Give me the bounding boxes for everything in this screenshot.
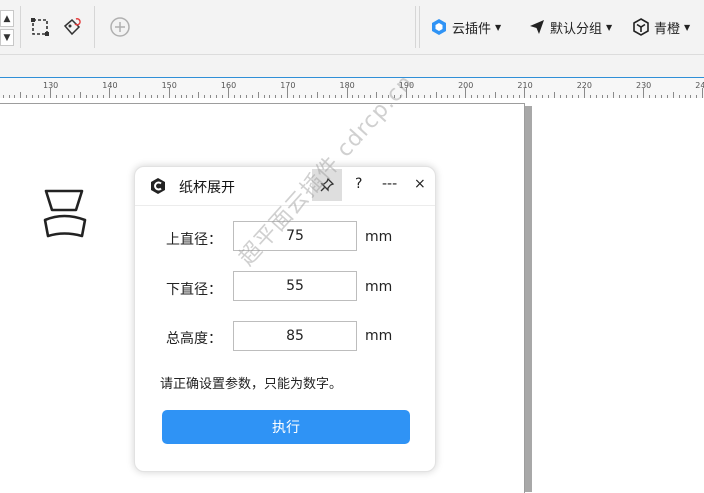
crop-frame-icon[interactable]: [27, 14, 53, 40]
top-diameter-unit: mm: [365, 229, 393, 245]
help-button[interactable]: ?: [355, 176, 362, 192]
ruler-tick-label: 24: [695, 81, 704, 90]
plugin-logo-icon: [149, 177, 167, 195]
qingcheng-label: 青橙: [654, 21, 681, 37]
default-group-label: 默认分组: [550, 21, 603, 37]
chevron-down-icon: ▼: [495, 22, 502, 32]
property-bar-gap: [0, 55, 704, 77]
default-group-menu[interactable]: 默认分组 ▼: [528, 15, 612, 39]
paper-cup-icon: [42, 186, 90, 240]
total-height-input[interactable]: [233, 321, 357, 351]
ruler-tick-label: 140: [102, 81, 118, 90]
qingcheng-menu[interactable]: 青橙 ▼: [632, 15, 690, 39]
cloud-plugin-label: 云插件: [452, 21, 492, 37]
chevron-down-icon: ▼: [606, 22, 613, 32]
tag-refresh-icon[interactable]: [59, 14, 85, 40]
bottom-diameter-label: 下直径：: [166, 282, 222, 298]
input-hint: 请正确设置参数，只能为数字。: [160, 377, 343, 392]
chevron-down-icon: ▼: [684, 22, 691, 32]
hexagon-logo-icon: [632, 18, 650, 36]
ruler-tick-label: 180: [339, 81, 355, 90]
ruler-tick-label: 170: [280, 81, 296, 90]
execute-button[interactable]: 执行: [162, 410, 410, 444]
total-height-label: 总高度：: [166, 331, 222, 347]
top-diameter-label: 上直径：: [166, 232, 222, 248]
bottom-diameter-input[interactable]: [233, 271, 357, 301]
top-toolbar: ▲ ▼ 云插件 ▼ 默认分组 ▼ 青橙 ▼: [0, 0, 704, 55]
horizontal-ruler[interactable]: 130 140 150 160 170 180 190 200 210 220 230 24: [0, 77, 704, 99]
ruler-tick-label: 230: [636, 81, 652, 90]
close-button[interactable]: ×: [414, 176, 426, 192]
ruler-tick-label: 200: [458, 81, 474, 90]
ruler-tick-label: 220: [576, 81, 592, 90]
more-button[interactable]: ---: [382, 176, 397, 192]
toolbar-separator: [94, 6, 95, 48]
bottom-diameter-unit: mm: [365, 279, 393, 295]
spin-down-button[interactable]: ▼: [0, 29, 14, 46]
spin-up-button[interactable]: ▲: [0, 10, 14, 27]
add-circle-icon[interactable]: [107, 14, 133, 40]
ruler-tick-label: 210: [517, 81, 533, 90]
total-height-unit: mm: [365, 328, 393, 344]
toolbar-separator: [20, 6, 21, 48]
ruler-tick-label: 130: [43, 81, 59, 90]
send-icon: [528, 18, 546, 36]
ruler-tick-label: 150: [161, 81, 177, 90]
dialog-title: 纸杯展开: [179, 180, 235, 196]
ruler-tick-label: 160: [220, 81, 237, 90]
page-shadow: [525, 106, 532, 492]
